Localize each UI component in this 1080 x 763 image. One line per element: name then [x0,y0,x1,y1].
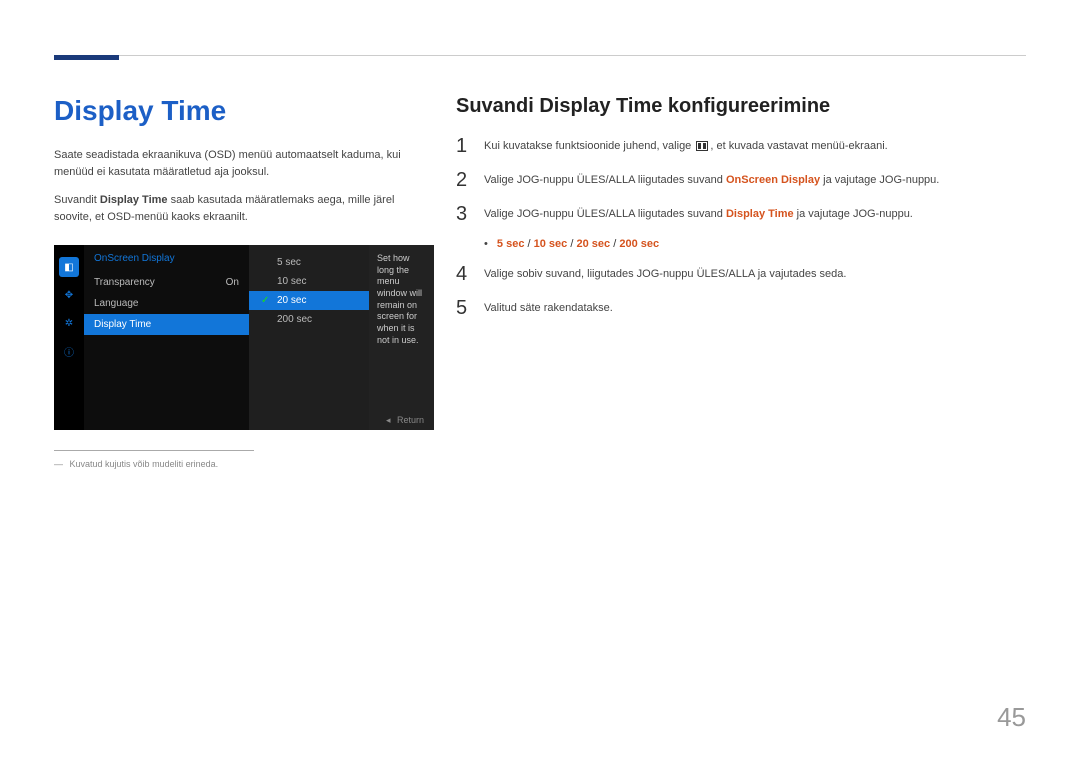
steps-list-cont: 4 Valige sobiv suvand, liigutades JOG-nu… [456,264,1016,318]
step-text: Valige JOG-nuppu ÜLES/ALLA liigutades su… [484,204,913,223]
options-bullet: • 5 sec / 10 sec / 20 sec / 200 sec [484,238,1016,250]
osd-description: Set how long the menu window will remain… [369,245,434,430]
intro-2-pre: Suvandit [54,194,100,206]
bullet-icon: • [484,238,488,250]
step-text: Valige JOG-nuppu ÜLES/ALLA liigutades su… [484,170,939,189]
osd-row-label: Transparency [94,277,155,288]
intro-paragraph-2: Suvandit Display Time saab kasutada määr… [54,192,434,225]
menu-icon [696,141,708,151]
osd-option-label: 20 sec [277,295,306,306]
return-arrow-icon: ◂ [386,415,391,425]
osd-options-panel: 5 sec 10 sec ✓ 20 sec 200 sec [249,245,369,430]
intro-paragraph-1: Saate seadistada ekraanikuva (OSD) menüü… [54,147,434,180]
step-1: 1 Kui kuvatakse funktsioonide juhend, va… [456,136,1016,156]
gear-icon: ✲ [59,313,79,333]
osd-option-label: 10 sec [277,276,306,287]
right-column: Suvandi Display Time konfigureerimine 1 … [456,95,1016,332]
osd-row-label: Display Time [94,319,151,330]
left-column: Display Time Saate seadistada ekraanikuv… [54,95,434,469]
step-text: Kui kuvatakse funktsioonide juhend, vali… [484,136,888,155]
step-number: 4 [456,264,470,284]
step-number: 3 [456,204,470,224]
step-3-pre: Valige JOG-nuppu ÜLES/ALLA liigutades su… [484,208,726,220]
osd-icon-rail: ◧ ✥ ✲ ⓘ [54,245,84,430]
osd-footer: ◂ Return [386,415,424,426]
opt-5: 5 sec [497,238,525,250]
osd-row-displaytime: Display Time [84,314,249,335]
check-icon: ✓ [261,295,271,306]
osd-option-label: 200 sec [277,314,312,325]
step-text: Valige sobiv suvand, liigutades JOG-nupp… [484,264,846,283]
page-title: Display Time [54,95,434,127]
step-3: 3 Valige JOG-nuppu ÜLES/ALLA liigutades … [456,204,1016,224]
step-5: 5 Valitud säte rakendatakse. [456,298,1016,318]
step-2-pre: Valige JOG-nuppu ÜLES/ALLA liigutades su… [484,174,726,186]
osd-menu-panel: OnScreen Display Transparency On Languag… [84,245,249,430]
step-number: 5 [456,298,470,318]
osd-option-5sec: 5 sec [249,253,369,272]
footnote-divider [54,450,254,451]
opt-200: 200 sec [619,238,659,250]
intro-2-strong: Display Time [100,194,168,206]
footnote-dash-icon: ― [54,459,63,469]
top-divider [54,55,1026,56]
osd-menu-header: OnScreen Display [84,245,249,272]
step-1-post: et kuvada vastavat menüü-ekraani. [716,140,887,152]
osd-screenshot: ◧ ✥ ✲ ⓘ OnScreen Display Transparency On… [54,245,434,430]
steps-list: 1 Kui kuvatakse funktsioonide juhend, va… [456,136,1016,224]
footnote-text: Kuvatud kujutis võib mudeliti erineda. [70,459,219,469]
top-accent-bar [54,55,119,60]
osd-return-label: Return [397,415,424,425]
osd-option-label: 5 sec [277,257,301,268]
step-3-accent: Display Time [726,208,794,220]
footnote: ― Kuvatud kujutis võib mudeliti erineda. [54,459,434,469]
opt-20: 20 sec [576,238,610,250]
osd-row-label: Language [94,298,139,309]
opt-10: 10 sec [534,238,568,250]
step-3-post: ja vajutage JOG-nuppu. [794,208,913,220]
step-4: 4 Valige sobiv suvand, liigutades JOG-nu… [456,264,1016,284]
step-number: 2 [456,170,470,190]
step-number: 1 [456,136,470,156]
section-subtitle: Suvandi Display Time konfigureerimine [456,95,1016,118]
osd-option-20sec: ✓ 20 sec [249,291,369,310]
osd-option-10sec: 10 sec [249,272,369,291]
step-2-accent: OnScreen Display [726,174,820,186]
move-icon: ✥ [59,285,79,305]
osd-option-200sec: 200 sec [249,310,369,329]
step-1-pre: Kui kuvatakse funktsioonide juhend, vali… [484,140,694,152]
page-number: 45 [997,702,1026,733]
monitor-icon: ◧ [59,257,79,277]
info-icon: ⓘ [59,341,79,361]
step-2-post: ja vajutage JOG-nuppu. [820,174,939,186]
osd-row-transparency: Transparency On [84,272,249,293]
osd-row-language: Language [84,293,249,314]
step-2: 2 Valige JOG-nuppu ÜLES/ALLA liigutades … [456,170,1016,190]
osd-row-value: On [226,277,239,288]
step-text: Valitud säte rakendatakse. [484,298,613,317]
